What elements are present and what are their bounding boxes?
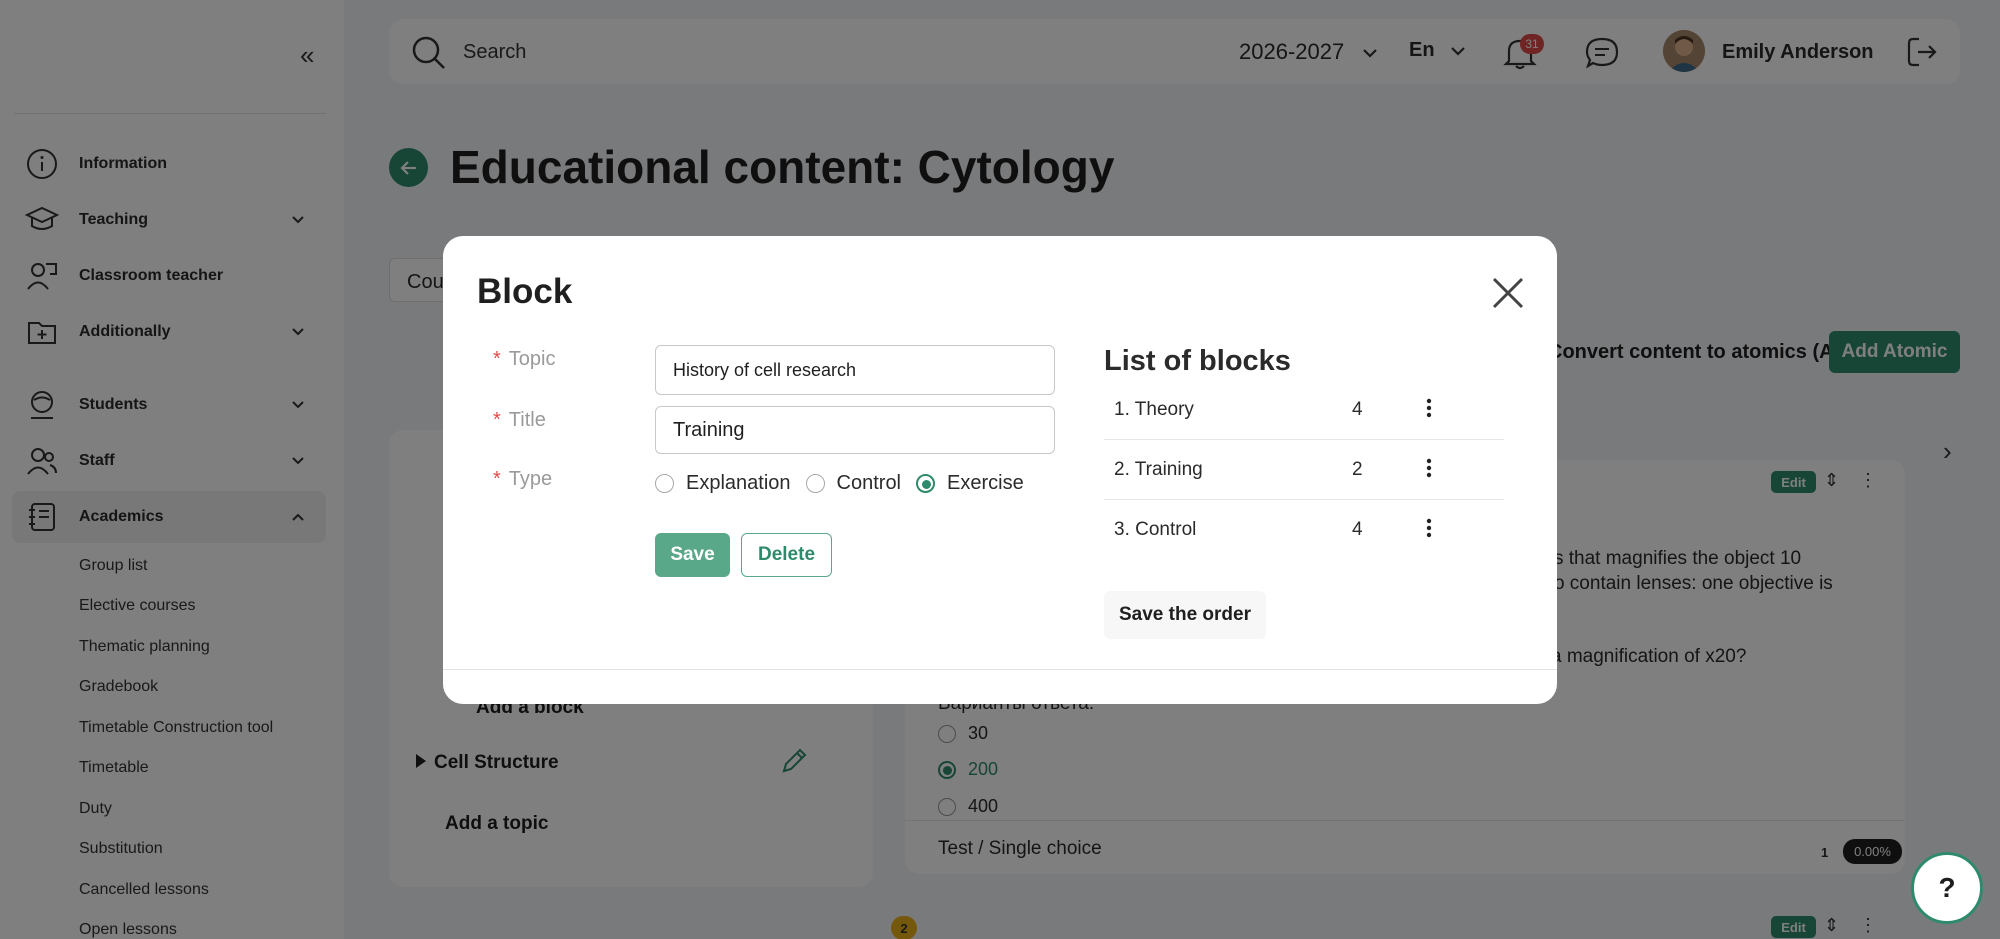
- type-option-control[interactable]: Control: [805, 472, 902, 495]
- close-icon[interactable]: [1491, 276, 1525, 310]
- block-modal: Block * Topic History of cell research * T…: [443, 236, 1557, 704]
- modal-title: Block: [477, 272, 573, 311]
- required-marker: *: [493, 409, 501, 431]
- type-label: * Type: [493, 468, 552, 491]
- topic-label: * Topic: [493, 348, 556, 371]
- type-radio-group: Explanation Control Exercise: [655, 472, 1039, 495]
- required-marker: *: [493, 348, 501, 370]
- block-list-item[interactable]: 2. Training 2: [1104, 440, 1504, 500]
- list-of-blocks-title: List of blocks: [1104, 345, 1291, 377]
- block-list-item[interactable]: 1. Theory 4: [1104, 380, 1504, 440]
- block-name: 3. Control: [1114, 519, 1197, 540]
- save-button[interactable]: Save: [655, 533, 730, 577]
- type-option-label: Explanation: [686, 472, 791, 494]
- more-vertical-icon[interactable]: [1426, 457, 1432, 479]
- type-option-label: Exercise: [947, 472, 1024, 494]
- radio-icon: [805, 474, 825, 493]
- radio-icon: [655, 474, 674, 493]
- block-name: 1. Theory: [1114, 399, 1194, 420]
- block-list-item[interactable]: 3. Control 4: [1104, 500, 1504, 560]
- save-order-button[interactable]: Save the order: [1104, 591, 1266, 639]
- modal-divider: [443, 669, 1557, 670]
- title-label-text: Title: [508, 409, 546, 431]
- block-name: 2. Training: [1114, 459, 1203, 480]
- more-vertical-icon[interactable]: [1426, 397, 1432, 419]
- required-marker: *: [493, 468, 501, 490]
- type-label-text: Type: [508, 468, 553, 490]
- title-field[interactable]: Training: [655, 406, 1055, 454]
- radio-selected-icon: [916, 474, 936, 493]
- title-label: * Title: [493, 409, 546, 432]
- topic-label-text: Topic: [508, 348, 556, 370]
- block-count: 4: [1352, 519, 1363, 540]
- more-vertical-icon[interactable]: [1426, 517, 1432, 539]
- type-option-label: Control: [836, 472, 902, 494]
- topic-field[interactable]: History of cell research: [655, 345, 1055, 395]
- block-count: 2: [1352, 459, 1363, 480]
- type-option-explanation[interactable]: Explanation: [655, 472, 791, 495]
- type-option-exercise[interactable]: Exercise: [916, 472, 1024, 495]
- help-button[interactable]: ?: [1911, 852, 1983, 924]
- delete-button[interactable]: Delete: [741, 533, 832, 577]
- block-count: 4: [1352, 399, 1363, 420]
